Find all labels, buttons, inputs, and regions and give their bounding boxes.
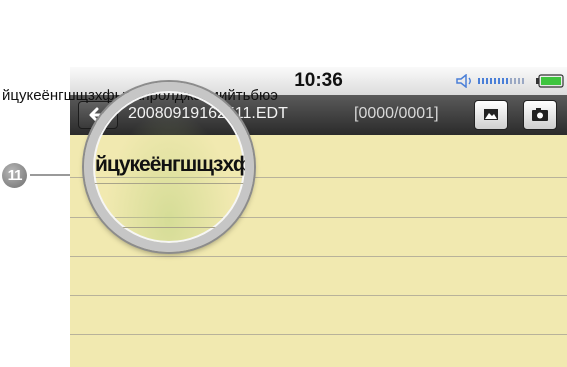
volume-level-icon xyxy=(478,78,524,84)
camera-button[interactable] xyxy=(523,100,557,130)
speaker-icon xyxy=(456,74,471,88)
magnified-text: йцукеёнгшщзхфыва xyxy=(95,153,251,176)
image-icon xyxy=(484,109,498,120)
ruled-line xyxy=(70,334,567,335)
camera-icon xyxy=(532,108,548,121)
magnified-ruled-line xyxy=(93,227,245,228)
battery-icon xyxy=(536,74,564,88)
magnified-ruled-line xyxy=(93,183,245,184)
page-counter: [0000/0001] xyxy=(354,105,439,122)
callout-number-badge: 11 xyxy=(2,163,27,188)
magnifier-lens: йцукеёнгшщзхфыва xyxy=(84,82,254,252)
image-button[interactable] xyxy=(474,100,508,130)
ruled-line xyxy=(70,295,567,296)
ruled-line xyxy=(70,256,567,257)
